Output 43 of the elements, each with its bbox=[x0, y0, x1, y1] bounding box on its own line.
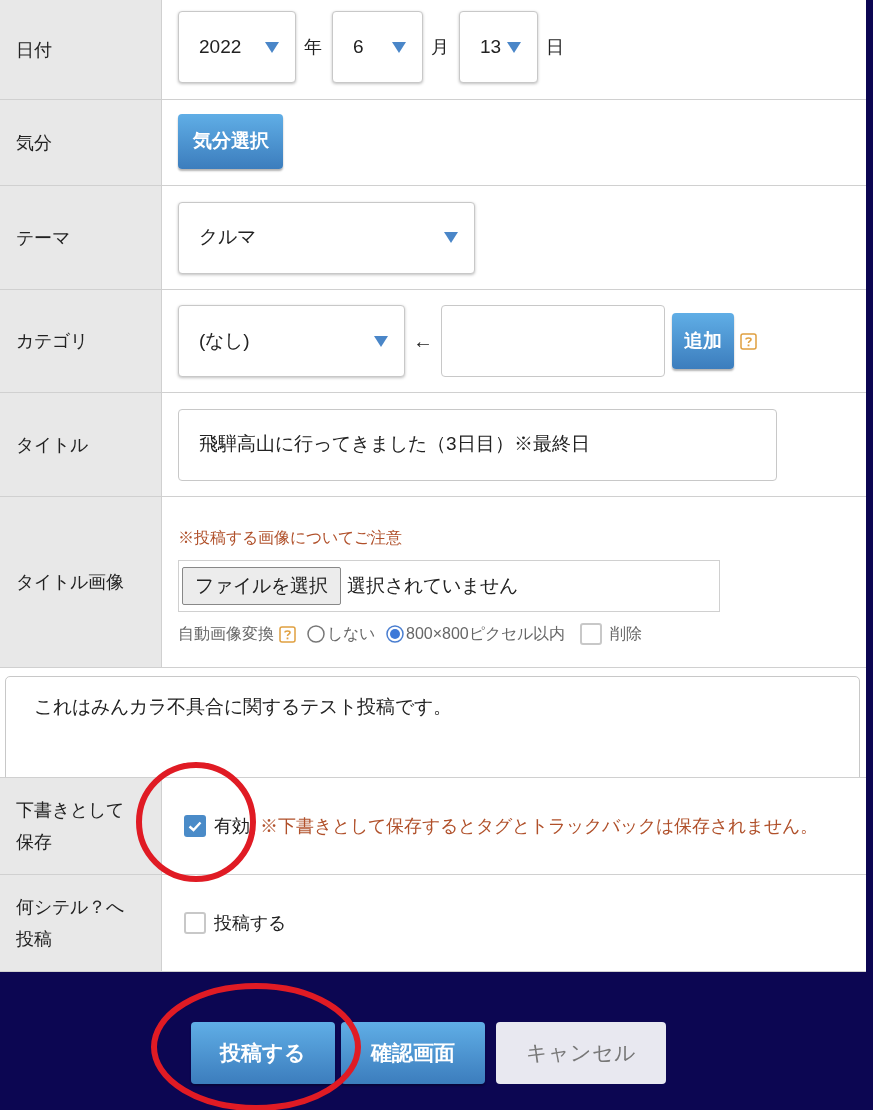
dropdown[interactable]: 13 bbox=[459, 11, 538, 83]
dropdown-arrow-icon bbox=[265, 41, 279, 53]
checkbox-label: 削除 bbox=[609, 624, 642, 644]
input-field[interactable] bbox=[441, 305, 665, 377]
help-icon[interactable] bbox=[279, 625, 296, 643]
checkbox-label: 投稿する bbox=[214, 911, 286, 935]
cancel-button[interactable]: キャンセル bbox=[496, 1022, 666, 1084]
field-label: 日付 bbox=[16, 38, 52, 62]
field-label: タイトル画像 bbox=[16, 571, 124, 594]
unit-label: 月 bbox=[431, 35, 449, 59]
checkbox[interactable] bbox=[184, 912, 206, 934]
dropdown-arrow-icon bbox=[444, 232, 458, 243]
option-label: 自動画像変換 bbox=[178, 624, 274, 644]
checkbox[interactable] bbox=[579, 623, 602, 645]
dropdown[interactable]: 2022 bbox=[178, 11, 296, 83]
input-field[interactable]: 飛騨高山に行ってきました（3日目）※最終日 bbox=[178, 408, 777, 481]
notice-text: ※下書きとして保存するとタグとトラックバックは保存されません。 bbox=[260, 814, 818, 838]
field-label: タイトル bbox=[16, 433, 88, 457]
notice-text: ※投稿する画像についてご注意 bbox=[178, 528, 403, 548]
radio-option[interactable]: 800×800ピクセル以内 bbox=[386, 622, 565, 646]
checkbox-label: 有効 bbox=[214, 814, 250, 838]
field-label: 何シテル？へ投稿 bbox=[16, 896, 125, 951]
field-label: 下書きとして保存 bbox=[16, 799, 125, 854]
field-label: カテゴリ bbox=[16, 330, 88, 353]
check-icon bbox=[188, 820, 202, 832]
checkbox[interactable] bbox=[184, 815, 206, 837]
file-input[interactable]: ファイルを選択 選択されていません bbox=[178, 560, 720, 612]
radio-button[interactable] bbox=[307, 625, 325, 643]
radio-option[interactable]: しない bbox=[307, 622, 375, 646]
field-label: 気分 bbox=[16, 131, 52, 155]
text-area[interactable]: これはみんカラ不具合に関するテスト投稿です。 bbox=[5, 676, 860, 777]
dropdown-arrow-icon bbox=[507, 41, 521, 53]
arrow-label: ← bbox=[413, 329, 433, 354]
unit-label: 年 bbox=[304, 35, 322, 59]
field-label: テーマ bbox=[16, 226, 70, 250]
dropdown-arrow-icon bbox=[392, 41, 406, 53]
dropdown[interactable]: 6 bbox=[332, 11, 423, 83]
dropdown[interactable]: クルマ bbox=[178, 201, 475, 274]
help-icon[interactable] bbox=[740, 332, 757, 350]
unit-label: 日 bbox=[546, 35, 564, 59]
dropdown-arrow-icon bbox=[374, 335, 388, 347]
dropdown[interactable]: (なし) bbox=[178, 305, 405, 377]
radio-button[interactable] bbox=[386, 625, 404, 643]
